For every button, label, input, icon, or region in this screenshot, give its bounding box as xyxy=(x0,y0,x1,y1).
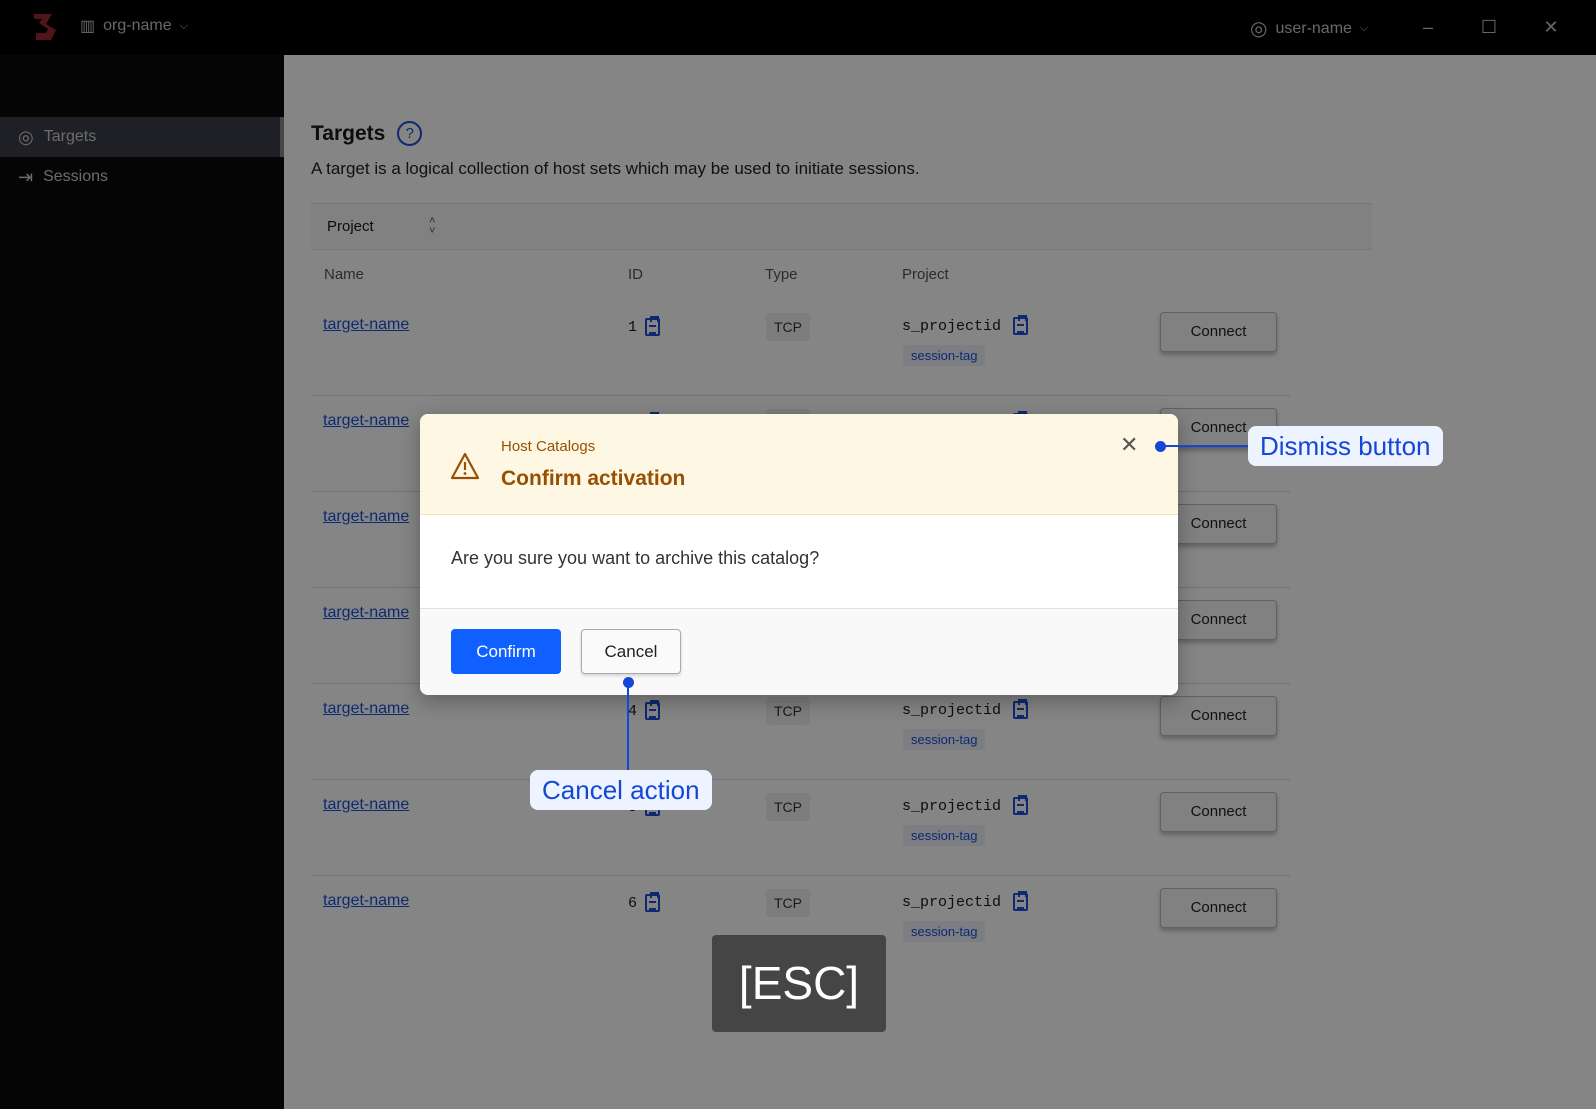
cancel-annotation-line xyxy=(627,682,629,770)
key-hint-esc: [ESC] xyxy=(712,935,886,1032)
warning-icon xyxy=(450,452,480,480)
cancel-button[interactable]: Cancel xyxy=(581,629,681,674)
dismiss-button[interactable]: ✕ xyxy=(1120,432,1138,458)
confirm-dialog: Host Catalogs Confirm activation ✕ Are y… xyxy=(420,414,1178,695)
confirm-button[interactable]: Confirm xyxy=(451,629,561,674)
cancel-annotation-label: Cancel action xyxy=(530,770,712,810)
dismiss-annotation-label: Dismiss button xyxy=(1248,426,1443,466)
dialog-title: Confirm activation xyxy=(501,467,686,490)
dialog-message: Are you sure you want to archive this ca… xyxy=(420,515,1178,609)
dismiss-annotation-line xyxy=(1160,445,1248,447)
dialog-header: Host Catalogs Confirm activation ✕ xyxy=(420,414,1178,515)
dialog-subtitle: Host Catalogs xyxy=(501,438,596,455)
dialog-footer: Confirm Cancel xyxy=(420,609,1178,695)
